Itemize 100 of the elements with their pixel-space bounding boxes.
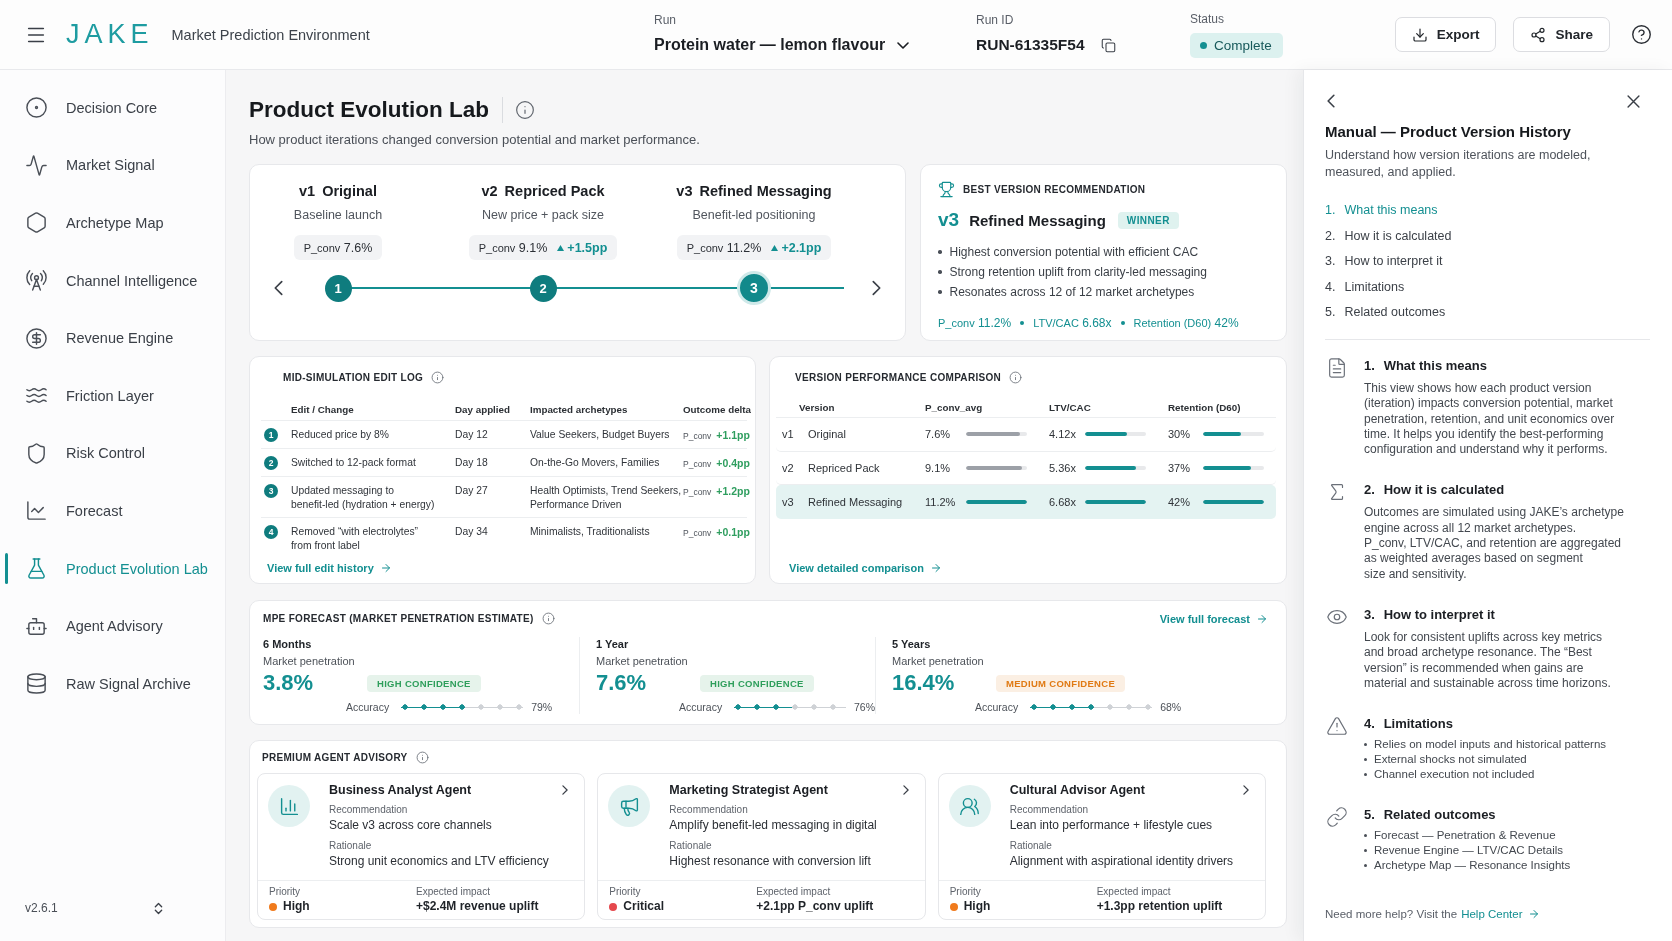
sidebar-item[interactable]: Product Evolution Lab: [0, 539, 225, 598]
previous-button[interactable]: [274, 280, 283, 296]
run-id-value: RUN-61335F54: [976, 36, 1085, 54]
close-icon: [1627, 94, 1640, 108]
bullet-dot-icon: [1364, 834, 1367, 838]
back-button[interactable]: [1327, 94, 1335, 108]
share-button[interactable]: Share: [1513, 17, 1610, 52]
detailed-comparison-link[interactable]: View detailed comparison: [789, 560, 942, 576]
accuracy-value: 76%: [854, 701, 875, 713]
sidebar-item[interactable]: Archetype Map: [0, 194, 225, 252]
sidebar-item[interactable]: Risk Control: [0, 424, 225, 483]
database-icon: [25, 672, 48, 696]
metric-value: 11.2%: [925, 495, 957, 508]
copy-icon: [1100, 37, 1116, 53]
version-switch-button[interactable]: [154, 901, 163, 915]
trophy-icon: [938, 180, 955, 198]
version-description: New price + pack size: [482, 207, 604, 223]
sidebar-item[interactable]: Agent Advisory: [0, 597, 225, 655]
sidebar-item[interactable]: Market Signal: [0, 136, 225, 195]
sidebar-item[interactable]: Channel Intelligence: [0, 251, 225, 310]
version-name: Original: [322, 182, 377, 200]
open-agent-button[interactable]: [902, 785, 909, 795]
status-dot-icon: [1200, 41, 1207, 49]
metric-text: LTV/CAC 6.68x: [1033, 315, 1112, 332]
agent-card[interactable]: Marketing Strategist Agent Recommendation Amplify benefit-led messaging in digital Rationale Highest resonance with conversion lift Priority Critical Expected impact +2.1pp P_conv uplift: [597, 773, 926, 920]
field-label: Recommendation: [1009, 804, 1090, 816]
priority-text: High: [963, 899, 991, 914]
help-center-link[interactable]: Help Center: [1461, 907, 1540, 921]
delta-value: +1.1pp: [716, 428, 750, 442]
bullet-text: Strong retention uplift from clarity-led messaging: [949, 264, 1207, 281]
step-marker[interactable]: 3: [737, 271, 771, 305]
confidence-badge: HIGH CONFIDENCE: [367, 674, 481, 692]
bullet-text: Revenue Engine — LTV/CAC Details: [1374, 843, 1563, 859]
target-icon: [25, 96, 48, 120]
rationale-text: Highest resonance with conversion lift: [669, 854, 872, 869]
chevron-right-icon: [562, 785, 569, 795]
toc-link[interactable]: 4. Limitations: [1325, 274, 1650, 301]
table-cell-text: Day 34: [455, 525, 489, 539]
field-label: Expected impact: [1096, 886, 1172, 898]
table-row[interactable]: v3 Refined Messaging 11.2% 6.68x 42%: [776, 485, 1276, 519]
arrow-right-icon: [1256, 613, 1268, 625]
bullet-text: External shocks not simulated: [1374, 752, 1527, 768]
field-label: Recommendation: [669, 804, 749, 816]
rationale-text: Strong unit economics and LTV efficiency: [329, 854, 550, 869]
toc-link[interactable]: 2. How it is calculated: [1325, 223, 1650, 250]
info-button[interactable]: [515, 100, 535, 120]
rationale-text: Alignment with aspirational identity drivers: [1009, 854, 1235, 869]
sidebar-item[interactable]: Friction Layer: [0, 366, 225, 425]
copy-button[interactable]: [1100, 37, 1116, 53]
recommendation-text: Lean into performance + lifestyle cues: [1009, 818, 1214, 833]
sidebar-item[interactable]: Decision Core: [0, 79, 225, 137]
agent-card[interactable]: Business Analyst Agent Recommendation Scale v3 across core channels Rationale Strong unit economics and LTV efficiency Priority High Expected impact +$2.4M revenue uplift: [257, 773, 586, 920]
recommendation-text: Amplify benefit-led messaging in digital: [669, 818, 878, 833]
help-text: Need more help? Visit the: [1325, 907, 1458, 921]
delta-value: +1.2pp: [716, 484, 750, 498]
step-marker[interactable]: 1: [324, 274, 352, 302]
table-row[interactable]: v1 Original 7.6% 4.12x 30%: [776, 418, 1276, 452]
metric-value: 7.6%: [925, 428, 952, 441]
field-label: Expected impact: [756, 886, 832, 898]
shield-icon: [25, 441, 48, 465]
agent-card[interactable]: Cultural Advisor Agent Recommendation Lean into performance + lifestyle cues Rationale Alignment with aspirational identity drivers Priority High Expected impact +1.3pp retention uplift: [937, 773, 1266, 920]
table-cell-text: Switched to 12-pack format: [291, 456, 417, 470]
metric-text: P_conv 7.6%: [303, 240, 373, 255]
card-title: MID-SIMULATION EDIT LOG: [283, 371, 424, 383]
run-selector[interactable]: Protein water — lemon flavour: [654, 36, 910, 54]
bullet-text: Forecast — Penetration & Revenue: [1374, 828, 1556, 844]
toc-link[interactable]: 3. How to interpret it: [1325, 249, 1650, 275]
full-forecast-link[interactable]: View full forecast: [1159, 611, 1268, 627]
open-agent-button[interactable]: [562, 785, 569, 795]
version-name: Repriced Pack: [504, 182, 605, 200]
step-marker[interactable]: 2: [529, 274, 557, 302]
help-button[interactable]: [1631, 24, 1652, 45]
table-cell-text: Updated messaging to benefit-led (hydration + energy): [291, 484, 436, 512]
panel-title: Manual — Product Version History: [1325, 122, 1572, 142]
metric-value: 9.1%: [925, 461, 952, 474]
metric-label: Market penetration: [263, 654, 356, 668]
up-triangle-icon: [557, 244, 565, 251]
field-label: Rationale: [669, 840, 713, 852]
sidebar-item[interactable]: Forecast: [0, 482, 225, 540]
export-button[interactable]: Export: [1394, 17, 1497, 52]
edit-history-link[interactable]: View full edit history: [267, 560, 392, 576]
sidebar-item[interactable]: Raw Signal Archive: [0, 654, 225, 713]
next-button[interactable]: [872, 280, 881, 296]
toc-link[interactable]: 5. Related outcomes: [1325, 300, 1650, 326]
metric-value: 6.68x: [1049, 495, 1077, 508]
bullet-text: Resonates across 12 of 12 market archetypes: [949, 284, 1195, 301]
bar-chart-icon: [268, 785, 310, 827]
agent-name: Marketing Strategist Agent: [669, 782, 829, 798]
warning-icon: [1326, 715, 1348, 738]
field-label: Priority: [609, 886, 642, 898]
metric-value: 37%: [1168, 461, 1192, 474]
close-button[interactable]: [1627, 94, 1640, 108]
info-icon: [541, 611, 555, 625]
open-agent-button[interactable]: [1243, 785, 1249, 795]
priority-text: Critical: [623, 899, 664, 914]
page-title: Product Evolution Lab: [249, 96, 489, 124]
field-label: Rationale: [329, 840, 373, 852]
toc-link[interactable]: 1. What this means: [1325, 198, 1650, 224]
bullet-dot-icon: [1364, 758, 1367, 762]
sidebar-item[interactable]: Revenue Engine: [0, 309, 225, 367]
